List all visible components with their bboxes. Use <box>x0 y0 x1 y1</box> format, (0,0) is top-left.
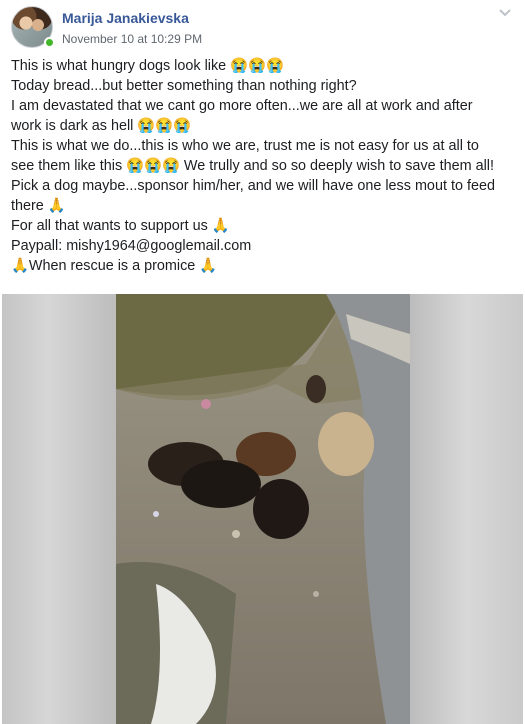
post-line: see them like this 😭😭😭 We trully and so … <box>11 158 495 174</box>
chevron-down-icon[interactable] <box>497 7 513 19</box>
post-line: I am devastated that we cant go more oft… <box>11 98 473 114</box>
post-video[interactable] <box>2 294 523 724</box>
post-line: For all that wants to support us 🙏 <box>11 218 230 234</box>
post-line: Today bread...but better something than … <box>11 78 357 94</box>
online-status-icon <box>44 37 55 48</box>
author-name[interactable]: Marija Janakievska <box>62 10 189 26</box>
video-blur-left <box>2 294 116 724</box>
post-line: This is what we do...this is who we are,… <box>11 138 479 154</box>
post-line: Pick a dog maybe...sponsor him/her, and … <box>11 178 495 194</box>
post-line: 🙏When rescue is a promice 🙏 <box>11 258 218 274</box>
post-line: work is dark as hell 😭😭😭 <box>11 118 192 134</box>
video-blur-right <box>410 294 523 724</box>
video-frame[interactable] <box>116 294 410 724</box>
post-timestamp[interactable]: November 10 at 10:29 PM <box>62 32 202 46</box>
post-line: there 🙏 <box>11 198 66 214</box>
post-message: This is what hungry dogs look like 😭😭😭 T… <box>11 56 516 276</box>
post-line: This is what hungry dogs look like 😭😭😭 <box>11 58 284 74</box>
post-header: Marija Janakievska November 10 at 10:29 … <box>0 0 525 52</box>
post-line: Paypall: mishy1964@googlemail.com <box>11 238 252 254</box>
